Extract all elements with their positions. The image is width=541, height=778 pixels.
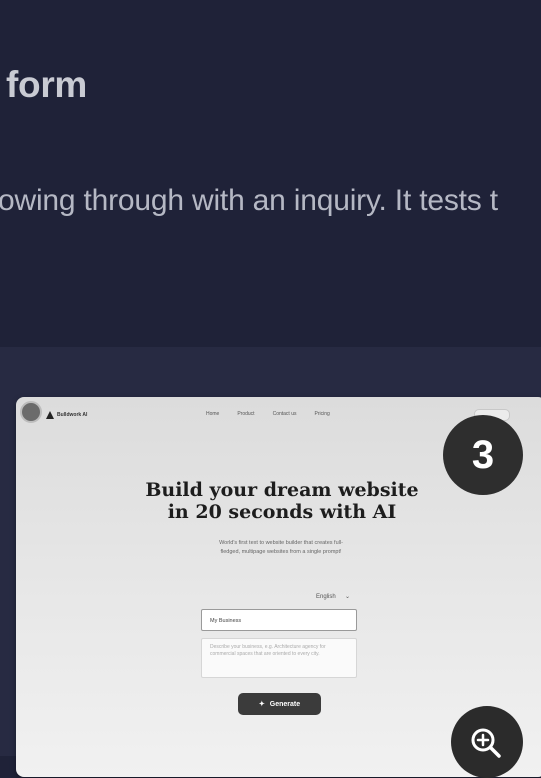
zoom-button[interactable]	[451, 706, 523, 778]
nav-item-contact: Contact us	[272, 411, 297, 417]
chevron-down-icon: ⌄	[345, 594, 351, 600]
nav-item-product: Product	[237, 411, 255, 417]
business-name-field: My Business	[201, 609, 357, 631]
hero-subtitle-line-2: fledged, multipage websites from a singl…	[220, 549, 342, 555]
nav-item-home: Home	[206, 411, 220, 417]
language-select: English	[316, 594, 336, 600]
avatar	[20, 401, 42, 423]
hero-title-line-2: in 20 seconds with AI	[167, 501, 397, 523]
business-description-field: Describe your business, e.g. Architectur…	[201, 638, 357, 678]
preview-nav: Home Product Contact us Pricing	[206, 411, 330, 417]
logo-icon	[46, 411, 54, 419]
sparkle-icon: ✦	[258, 701, 265, 708]
section-description: owing through with an inquiry. It tests …	[0, 184, 498, 217]
hero-title: Build your dream website in 20 seconds w…	[112, 479, 452, 523]
section-title: form	[6, 64, 88, 105]
hero-subtitle: World's first text to website builder th…	[176, 539, 386, 557]
generate-label: Generate	[269, 700, 301, 708]
step-number-badge: 3	[443, 415, 523, 495]
logo-text: Bulldwork AI	[57, 412, 88, 418]
generate-button: ✦ Generate	[238, 693, 321, 715]
nav-item-pricing: Pricing	[314, 411, 330, 417]
zoom-in-icon	[471, 728, 501, 758]
preview-logo: Bulldwork AI	[46, 411, 87, 419]
hero-title-line-1: Build your dream website	[145, 479, 419, 501]
hero-subtitle-line-1: World's first text to website builder th…	[219, 540, 343, 546]
